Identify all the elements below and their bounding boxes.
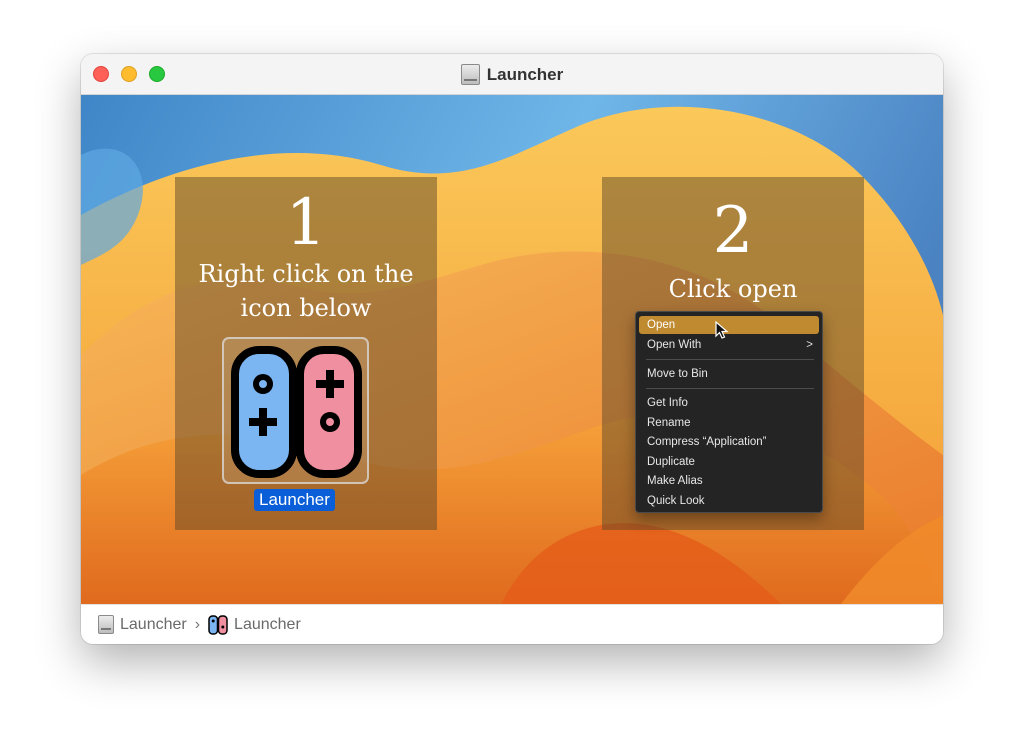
step-1-panel: 1 Right click on the icon below Launcher xyxy=(175,177,437,530)
step-1-line-1: Right click on the xyxy=(198,260,414,288)
step-1-line-2: icon below xyxy=(240,294,372,322)
menu-item-quick-look[interactable]: Quick Look xyxy=(639,492,819,510)
context-menu: Open Open With > Move to Bin Get Info Re… xyxy=(635,311,823,513)
menu-item-label: Open xyxy=(647,319,676,331)
window-title: Launcher xyxy=(81,54,943,95)
menu-item-get-info[interactable]: Get Info xyxy=(639,394,819,412)
menu-item-label: Compress “Application” xyxy=(647,436,767,448)
menu-separator xyxy=(646,388,814,389)
menu-item-move-to-bin[interactable]: Move to Bin xyxy=(639,365,819,383)
menu-item-label: Move to Bin xyxy=(647,368,708,380)
disk-icon xyxy=(460,64,480,85)
chevron-right-icon: > xyxy=(806,339,813,351)
step-1-instruction: Right click on the icon below xyxy=(175,257,437,325)
menu-item-label: Duplicate xyxy=(647,456,695,468)
finder-window: Launcher 1 Right click on the icon below… xyxy=(81,54,943,644)
step-1-number: 1 xyxy=(285,186,327,260)
step-2-instruction: Click open xyxy=(668,275,798,303)
game-controller-icon xyxy=(208,614,228,635)
title-bar: Launcher xyxy=(81,54,943,95)
menu-item-label: Rename xyxy=(647,417,691,429)
menu-item-make-alias[interactable]: Make Alias xyxy=(639,472,819,490)
menu-item-label: Make Alias xyxy=(647,475,703,487)
path-item-volume[interactable]: Launcher xyxy=(120,616,187,634)
window-title-text: Launcher xyxy=(486,64,564,84)
disk-icon xyxy=(98,615,114,634)
menu-item-duplicate[interactable]: Duplicate xyxy=(639,453,819,471)
window-content: 1 Right click on the icon below Launcher… xyxy=(81,95,943,604)
mouse-pointer-icon xyxy=(715,321,729,339)
menu-item-compress[interactable]: Compress “Application” xyxy=(639,433,819,451)
path-bar: Launcher › Launcher xyxy=(81,604,943,644)
launcher-app-icon[interactable] xyxy=(222,337,369,484)
menu-item-rename[interactable]: Rename xyxy=(639,414,819,432)
game-controller-icon xyxy=(231,346,362,478)
menu-item-open-with[interactable]: Open With > xyxy=(639,336,819,354)
step-2-panel: 2 Click open Open Open With > Move to Bi… xyxy=(602,177,864,530)
menu-item-open[interactable]: Open xyxy=(639,316,819,334)
menu-item-label: Quick Look xyxy=(647,495,705,507)
launcher-icon-label[interactable]: Launcher xyxy=(254,489,335,511)
menu-item-label: Get Info xyxy=(647,397,688,409)
path-item-app[interactable]: Launcher xyxy=(234,616,301,634)
step-2-number: 2 xyxy=(712,194,754,268)
chevron-right-icon: › xyxy=(194,615,201,633)
menu-item-label: Open With xyxy=(647,339,702,351)
menu-separator xyxy=(646,359,814,360)
